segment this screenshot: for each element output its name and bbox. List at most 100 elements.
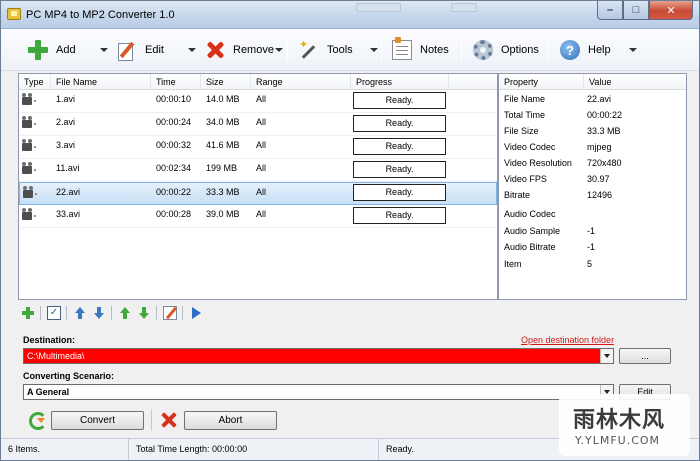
time-cell: 00:00:24 bbox=[156, 117, 192, 127]
edit-dropdown-arrow[interactable] bbox=[188, 48, 196, 52]
edit-label: Edit bbox=[145, 44, 164, 56]
scenario-combobox[interactable]: A General bbox=[23, 384, 614, 400]
gear-icon bbox=[473, 40, 493, 60]
column-header-range[interactable]: Range bbox=[251, 74, 351, 90]
table-row[interactable]: 1.avi 00:00:10 14.0 MB All Ready. bbox=[19, 90, 497, 113]
abort-icon[interactable] bbox=[161, 411, 177, 429]
options-label: Options bbox=[501, 44, 539, 56]
add-button[interactable]: Add bbox=[28, 36, 76, 64]
property-row: Audio Sample -1 bbox=[499, 223, 686, 239]
video-file-icon bbox=[23, 186, 38, 199]
title-bar[interactable]: PC MP4 to MP2 Converter 1.0 – □ ✕ bbox=[1, 1, 699, 29]
chevron-down-icon[interactable] bbox=[600, 349, 613, 363]
table-row[interactable]: 33.avi 00:00:28 39.0 MB All Ready. bbox=[19, 205, 497, 228]
status-item-count: 6 Items. bbox=[1, 439, 129, 460]
edit-pencil-icon bbox=[117, 40, 137, 61]
play-icon[interactable] bbox=[189, 306, 203, 320]
property-key: Audio Sample bbox=[504, 226, 561, 236]
range-cell: All bbox=[256, 94, 267, 104]
time-cell: 00:00:32 bbox=[156, 140, 192, 150]
time-cell: 00:00:28 bbox=[156, 209, 192, 219]
move-top-icon[interactable] bbox=[118, 306, 132, 320]
file-name-cell: 3.avi bbox=[56, 140, 76, 150]
progress-cell: Ready. bbox=[353, 115, 446, 132]
convert-button[interactable]: Convert bbox=[51, 411, 144, 430]
table-row[interactable]: 11.avi 00:02:34 199 MB All Ready. bbox=[19, 159, 497, 182]
column-header-time[interactable]: Time bbox=[151, 74, 201, 90]
edit-button[interactable]: Edit bbox=[117, 36, 164, 64]
options-button[interactable]: Options bbox=[473, 36, 539, 64]
convert-icon[interactable] bbox=[28, 411, 47, 430]
value-header: Value bbox=[584, 74, 686, 90]
destination-combobox[interactable]: C:\Multimedia\ bbox=[23, 348, 614, 364]
list-action-bar: ✓ bbox=[18, 303, 687, 323]
column-header-progress[interactable]: Progress bbox=[351, 74, 449, 90]
help-button[interactable]: ? Help bbox=[560, 36, 611, 64]
background-window-edge bbox=[356, 3, 401, 12]
window-title: PC MP4 to MP2 Converter 1.0 bbox=[26, 9, 175, 21]
close-button[interactable]: ✕ bbox=[649, 1, 693, 20]
property-value: mjpeg bbox=[587, 142, 612, 152]
table-row[interactable]: 3.avi 00:00:32 41.6 MB All Ready. bbox=[19, 136, 497, 159]
status-total-time: Total Time Length: 00:00:00 bbox=[129, 439, 379, 460]
property-value: 720x480 bbox=[587, 158, 622, 168]
column-header-file-name[interactable]: File Name bbox=[51, 74, 151, 90]
file-name-cell: 11.avi bbox=[56, 163, 80, 173]
maximize-button[interactable]: □ bbox=[623, 1, 649, 20]
property-key: Audio Codec bbox=[504, 209, 556, 219]
tools-wand-icon bbox=[299, 38, 319, 60]
action-separator bbox=[40, 306, 41, 320]
move-down-icon[interactable] bbox=[92, 306, 106, 320]
minimize-button[interactable]: – bbox=[597, 1, 623, 20]
progress-cell: Ready. bbox=[353, 161, 446, 178]
move-bottom-icon[interactable] bbox=[137, 306, 151, 320]
tools-dropdown-arrow[interactable] bbox=[370, 48, 378, 52]
main-toolbar: Add Edit Remove Tools Notes Options bbox=[1, 29, 699, 71]
file-name-cell: 1.avi bbox=[56, 94, 76, 104]
remove-label: Remove bbox=[233, 44, 274, 56]
remove-x-icon bbox=[205, 40, 225, 60]
check-all-icon[interactable]: ✓ bbox=[47, 306, 61, 320]
add-file-icon[interactable] bbox=[21, 306, 35, 320]
property-row: Audio Codec bbox=[499, 206, 686, 222]
property-value: 12496 bbox=[587, 190, 613, 200]
open-destination-folder-link[interactable]: Open destination folder bbox=[521, 335, 614, 345]
remove-dropdown-arrow[interactable] bbox=[275, 48, 283, 52]
column-header-type[interactable]: Type bbox=[19, 74, 51, 90]
remove-button[interactable]: Remove bbox=[205, 36, 274, 64]
move-up-icon[interactable] bbox=[73, 306, 87, 320]
abort-button[interactable]: Abort bbox=[184, 411, 277, 430]
property-key: Audio Bitrate bbox=[504, 242, 556, 252]
progress-cell: Ready. bbox=[353, 138, 446, 155]
help-dropdown-arrow[interactable] bbox=[629, 48, 637, 52]
notes-button[interactable]: Notes bbox=[392, 36, 449, 64]
progress-cell: Ready. bbox=[353, 184, 446, 201]
video-file-icon bbox=[22, 93, 37, 106]
toolbar-separator bbox=[547, 39, 548, 61]
property-key: Bitrate bbox=[504, 190, 531, 200]
background-window-edge bbox=[451, 3, 477, 12]
range-cell: All bbox=[256, 117, 267, 127]
size-cell: 199 MB bbox=[206, 163, 238, 173]
property-key: Total Time bbox=[504, 110, 546, 120]
table-row[interactable]: 2.avi 00:00:24 34.0 MB All Ready. bbox=[19, 113, 497, 136]
property-value: 33.3 MB bbox=[587, 126, 621, 136]
property-row: Video Resolution 720x480 bbox=[499, 155, 686, 171]
file-name-cell: 22.avi bbox=[56, 187, 81, 197]
browse-button[interactable]: ... bbox=[619, 348, 671, 364]
property-row: Bitrate 12496 bbox=[499, 187, 686, 203]
add-dropdown-arrow[interactable] bbox=[100, 48, 108, 52]
file-list[interactable]: Type File Name Time Size Range Progress … bbox=[18, 73, 498, 300]
destination-label: Destination: bbox=[23, 335, 76, 345]
column-header-size[interactable]: Size bbox=[201, 74, 251, 90]
edit-item-icon[interactable] bbox=[163, 306, 177, 320]
tools-button[interactable]: Tools bbox=[299, 36, 353, 64]
property-key: File Name bbox=[504, 94, 546, 104]
table-row-selected[interactable]: 22.avi 00:00:22 33.3 MB All Ready. bbox=[19, 182, 497, 205]
scenario-value: A General bbox=[27, 387, 70, 397]
range-cell: All bbox=[256, 209, 267, 219]
property-row: Video Codec mjpeg bbox=[499, 139, 686, 155]
range-cell: All bbox=[256, 140, 267, 150]
property-key: Video Codec bbox=[504, 142, 556, 152]
watermark-text: 雨林木风 bbox=[573, 408, 666, 433]
